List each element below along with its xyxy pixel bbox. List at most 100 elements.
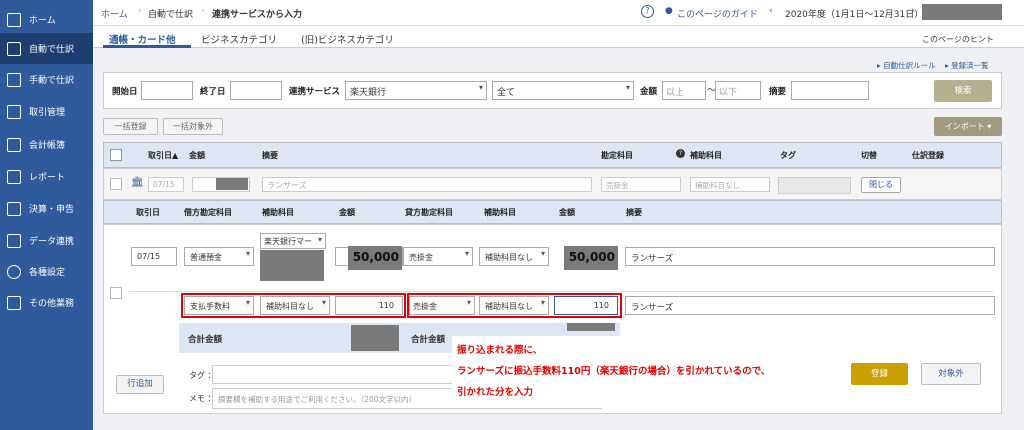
row-tag-input[interactable]	[778, 177, 851, 194]
bulk-register-button[interactable]: 一括登録	[103, 118, 158, 135]
header-bar: ホーム › 自動で仕訳 › 連携サービスから入力 ? ● このページのガイド ‹…	[93, 0, 1024, 26]
detail-col-memo: 摘要	[626, 208, 642, 217]
company-name-redacted	[922, 4, 1002, 20]
breadcrumb-current: 連携サービスから入力	[212, 10, 303, 20]
sidebar-item-trans[interactable]: 取引管理	[0, 96, 93, 127]
debit-sub-select-1[interactable]: 楽天銀行マー	[260, 233, 326, 249]
book-icon	[7, 137, 21, 152]
sidebar-item-label: 取引管理	[29, 108, 66, 118]
sidebar-item-label: 自動で仕訳	[29, 45, 75, 55]
detail-col-debit: 借方勘定科目	[184, 208, 232, 217]
play-icon: ●	[665, 6, 673, 16]
memo-input[interactable]	[791, 81, 869, 100]
detail-col-amount2: 金額	[559, 208, 575, 217]
row-sub-account-input[interactable]: 補助科目なし	[690, 177, 770, 192]
main-content: ホーム › 自動で仕訳 › 連携サービスから入力 ? ● このページのガイド ‹…	[93, 0, 1024, 430]
row-checkbox[interactable]	[110, 178, 122, 190]
sidebar-item-settings[interactable]: 各種設定	[0, 256, 93, 287]
row-memo-input[interactable]: ランサーズ	[262, 177, 592, 192]
service-select[interactable]: 楽天銀行	[345, 81, 487, 100]
amount-label: 金額	[640, 87, 658, 97]
sidebar: ホーム 自動で仕訳 手動で仕訳 取引管理 会計帳簿 レポート 決算・申告 データ…	[0, 0, 93, 430]
prev-period-icon[interactable]: ‹	[769, 6, 773, 16]
sidebar-item-settle[interactable]: 決算・申告	[0, 193, 93, 224]
credit-account-select-1[interactable]: 売掛金	[403, 247, 473, 266]
amount-min-input[interactable]: 以上	[662, 81, 706, 100]
tab-business-category[interactable]: ビジネスカテゴリ	[201, 32, 277, 46]
manual-journal-icon	[7, 72, 21, 87]
detail-col-sub1: 補助科目	[262, 208, 294, 217]
detail-memo-input-2[interactable]: ランサーズ	[625, 296, 995, 315]
help-icon[interactable]: ?	[641, 5, 654, 18]
chart-icon	[7, 169, 21, 184]
debit-amount-1: 50,000	[348, 246, 402, 270]
tab-old-business-category[interactable]: (旧)ビジネスカテゴリ	[301, 32, 394, 46]
sidebar-item-label: レポート	[29, 173, 66, 183]
breadcrumb-auto[interactable]: 自動で仕訳	[148, 7, 193, 20]
sidebar-item-manual[interactable]: 手動で仕訳	[0, 64, 93, 95]
help-icon[interactable]: ?	[676, 149, 685, 158]
select-all-checkbox[interactable]	[110, 149, 122, 161]
import-button[interactable]: インポート ▾	[934, 117, 1002, 136]
amount-max-input[interactable]: 以下	[715, 81, 761, 100]
register-button[interactable]: 登録	[851, 363, 908, 385]
row-account-input[interactable]: 売掛金	[601, 177, 681, 192]
credit-amount-1: 50,000	[564, 246, 618, 270]
row-date-input[interactable]: 07/15	[148, 177, 184, 192]
active-tab-indicator	[103, 45, 191, 48]
hint-link[interactable]: このページのヒント	[922, 34, 994, 45]
monitor-icon	[7, 233, 21, 248]
search-button[interactable]: 検索	[934, 80, 992, 102]
col-date[interactable]: 取引日▲	[148, 150, 178, 161]
end-date-input[interactable]	[230, 81, 282, 100]
sidebar-item-link[interactable]: データ連携	[0, 225, 93, 256]
guide-link[interactable]: このページのガイド	[677, 7, 758, 20]
col-amount: 金額	[189, 151, 205, 160]
sidebar-item-auto[interactable]: 自動で仕訳	[0, 33, 93, 64]
sidebar-item-label: ホーム	[29, 16, 56, 26]
close-detail-button[interactable]: 閉じる	[861, 177, 901, 193]
sidebar-item-label: 各種設定	[29, 268, 66, 278]
tab-passbook[interactable]: 通帳・カード他	[109, 32, 176, 46]
annotation-line-2: ランサーズに振込手数料110円（楽天銀行の場合）を引かれているので、	[457, 366, 771, 377]
detail-checkbox[interactable]	[110, 287, 122, 299]
tab-bar: 通帳・カード他 ビジネスカテゴリ (旧)ビジネスカテゴリ このページのヒント	[93, 26, 1024, 48]
sidebar-item-books[interactable]: 会計帳簿	[0, 129, 93, 160]
detail-memo-input-1[interactable]: ランサーズ	[625, 247, 995, 266]
app-window: ホーム 自動で仕訳 手動で仕訳 取引管理 会計帳簿 レポート 決算・申告 データ…	[0, 0, 1024, 430]
start-date-input[interactable]	[141, 81, 193, 100]
col-sub-account: 補助科目	[690, 151, 722, 160]
detail-col-credit: 貸方勘定科目	[405, 208, 453, 217]
row-amount-redacted	[216, 178, 248, 190]
sidebar-item-label: 決算・申告	[29, 205, 75, 215]
breadcrumb-home[interactable]: ホーム	[101, 7, 128, 20]
sidebar-item-report[interactable]: レポート	[0, 161, 93, 192]
auto-rule-link[interactable]: ▸ 自動仕訳ルール	[877, 60, 936, 71]
registered-list-link[interactable]: ▸ 登録済一覧	[945, 60, 989, 71]
credit-sub-select-1[interactable]: 補助科目なし	[479, 247, 549, 266]
add-row-button[interactable]: 行追加	[116, 375, 164, 394]
bulk-exclude-button[interactable]: 一括対象外	[163, 118, 223, 135]
sidebar-item-label: データ連携	[29, 237, 75, 247]
account-select[interactable]: 全て	[492, 81, 634, 100]
annotation-line-3: 引かれた分を入力	[457, 387, 534, 398]
next-period-icon[interactable]: ›	[911, 6, 915, 16]
credit-total-redacted	[567, 323, 615, 331]
breadcrumb-separator: ›	[138, 6, 142, 16]
annotation-line-1: 振り込まれる際に、	[457, 345, 543, 356]
grid-icon	[7, 295, 21, 310]
document-icon	[7, 201, 21, 216]
detail-col-sub2: 補助科目	[484, 208, 516, 217]
filter-panel: 開始日 終了日 連携サービス 楽天銀行 全て 金額 以上 〜 以下 摘要 検索	[103, 72, 1002, 109]
detail-date-input[interactable]: 07/15	[131, 247, 177, 266]
breadcrumb-separator: ›	[201, 6, 205, 16]
sidebar-item-other[interactable]: その他業務	[0, 287, 93, 318]
home-icon	[7, 12, 21, 27]
col-account: 勘定科目	[601, 151, 633, 160]
annotation-box: 振り込まれる際に、 ランサーズに振込手数料110円（楽天銀行の場合）を引かれてい…	[452, 336, 838, 408]
sidebar-item-label: その他業務	[29, 299, 75, 309]
sidebar-item-home[interactable]: ホーム	[0, 4, 93, 35]
debit-account-select-1[interactable]: 普通預金	[184, 247, 254, 266]
start-date-label: 開始日	[112, 87, 138, 97]
exclude-button[interactable]: 対象外	[921, 363, 981, 385]
